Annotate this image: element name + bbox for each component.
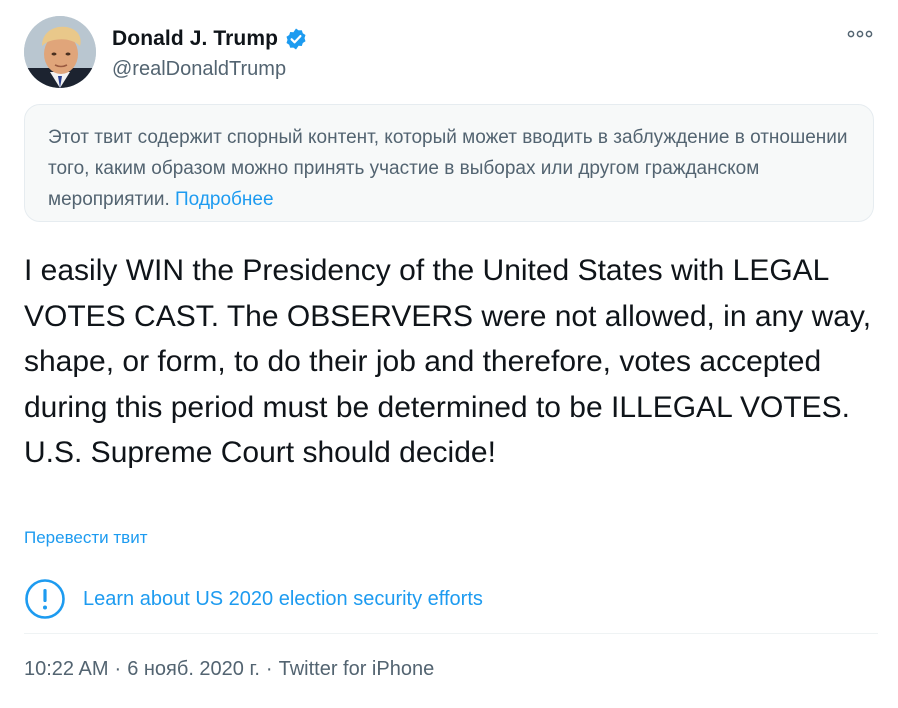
avatar[interactable] bbox=[24, 16, 96, 88]
notice-learn-more-link[interactable]: Подробнее bbox=[175, 189, 274, 210]
tweet-source[interactable]: Twitter for iPhone bbox=[279, 658, 435, 681]
meta-separator: · bbox=[114, 658, 122, 680]
tweet-metadata: 10:22 AM · 6 нояб. 2020 г. · Twitter for… bbox=[24, 658, 434, 681]
misleading-content-notice: Этот твит содержит спорный контент, кото… bbox=[24, 104, 874, 222]
author-names: Donald J. Trump @realDonaldTrump bbox=[112, 26, 308, 81]
handle[interactable]: @realDonaldTrump bbox=[112, 58, 308, 81]
tweet-text: I easily WIN the Presidency of the Unite… bbox=[24, 254, 872, 469]
notice-text: Этот твит содержит спорный контент, кото… bbox=[48, 127, 848, 210]
profile-photo bbox=[24, 16, 96, 88]
tweet-date[interactable]: 6 нояб. 2020 г. bbox=[127, 658, 260, 681]
translate-tweet-link[interactable]: Перевести твит bbox=[24, 528, 147, 548]
tweet-time[interactable]: 10:22 AM bbox=[24, 658, 109, 681]
election-info-label: Learn about US 2020 election security ef… bbox=[83, 587, 483, 610]
meta-separator: · bbox=[265, 658, 273, 680]
divider bbox=[24, 633, 878, 634]
exclamation-circle-icon bbox=[24, 578, 66, 620]
verified-badge-icon bbox=[284, 27, 308, 51]
more-options-icon[interactable] bbox=[846, 24, 874, 44]
display-name-row: Donald J. Trump bbox=[112, 26, 308, 52]
tweet-header: Donald J. Trump @realDonaldTrump bbox=[24, 16, 874, 90]
display-name[interactable]: Donald J. Trump bbox=[112, 27, 278, 51]
election-info-link[interactable]: Learn about US 2020 election security ef… bbox=[24, 578, 483, 620]
